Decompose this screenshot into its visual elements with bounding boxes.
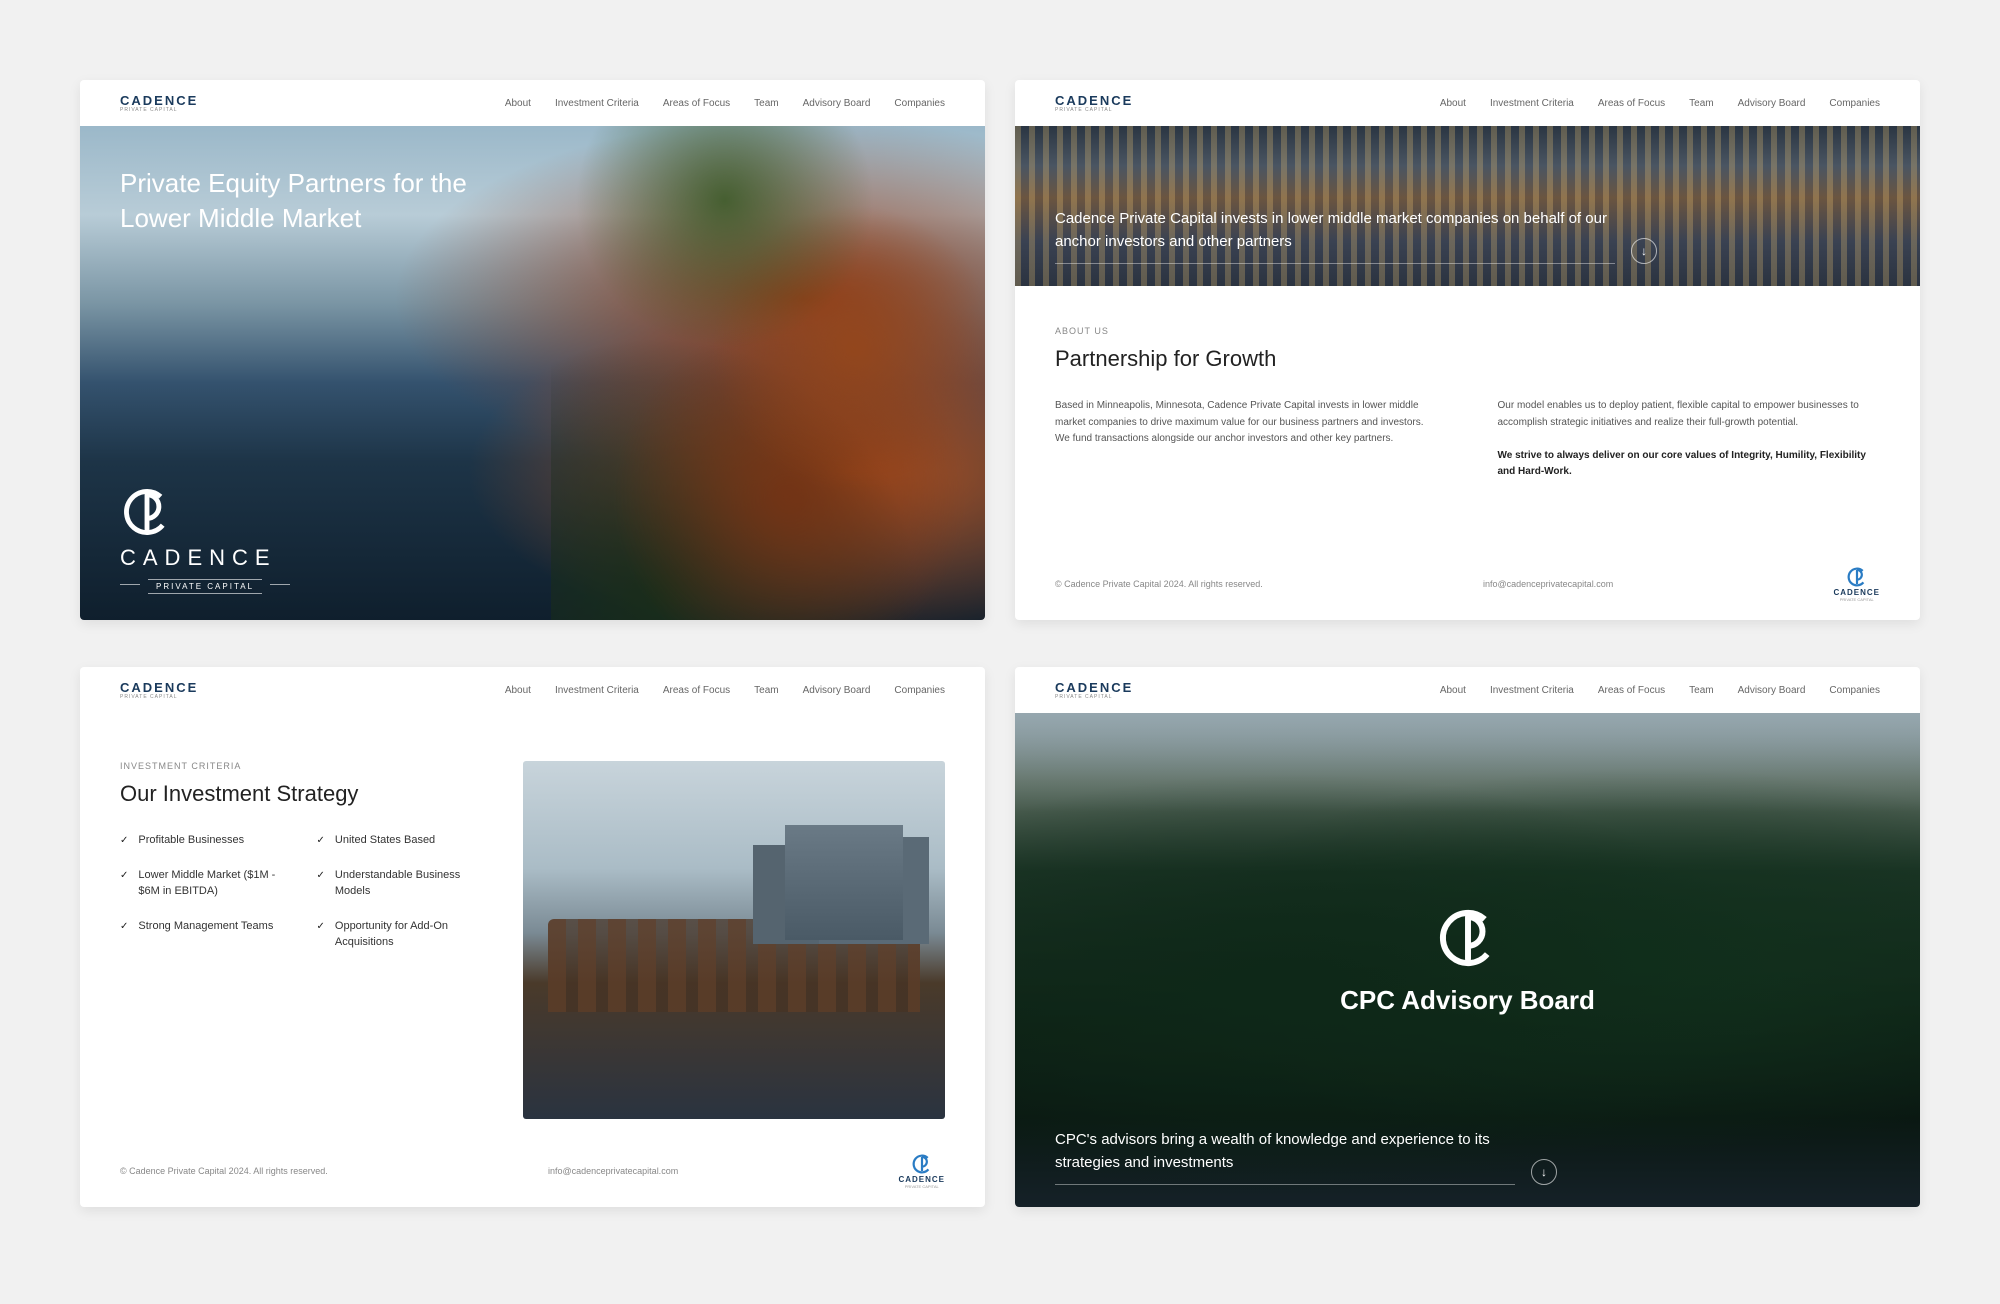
nav-areas-of-focus[interactable]: Areas of Focus xyxy=(1598,685,1665,696)
brand-logo[interactable]: CADENCE PRIVATE CAPITAL xyxy=(1055,93,1133,113)
brand-logo[interactable]: CADENCE PRIVATE CAPITAL xyxy=(120,93,204,113)
advisory-card: CADENCE PRIVATE CAPITAL About Investment… xyxy=(1015,667,1920,1207)
section-heading: Partnership for Growth xyxy=(1055,346,1880,372)
about-col2-p2: We strive to always deliver on our core … xyxy=(1498,450,1866,478)
hero-headline: Private Equity Partners for the Lower Mi… xyxy=(120,166,540,236)
site-header: CADENCE PRIVATE CAPITAL About Investment… xyxy=(80,667,985,713)
advisory-hero: CPC Advisory Board CPC's advisors bring … xyxy=(1015,713,1920,1207)
criteria-item: Understandable Business Models xyxy=(317,868,484,899)
nav-about[interactable]: About xyxy=(505,98,531,109)
nav-areas-of-focus[interactable]: Areas of Focus xyxy=(1598,98,1665,109)
nav-advisory-board[interactable]: Advisory Board xyxy=(1738,98,1806,109)
about-hero: Cadence Private Capital invests in lower… xyxy=(1015,126,1920,286)
hero-brand-sub: PRIVATE CAPITAL xyxy=(148,579,262,594)
brand-logo[interactable]: CADENCE PRIVATE CAPITAL xyxy=(1055,680,1133,700)
hero-section: Private Equity Partners for the Lower Mi… xyxy=(80,126,985,620)
footer-copyright: © Cadence Private Capital 2024. All righ… xyxy=(120,1166,328,1176)
about-columns: Based in Minneapolis, Minnesota, Cadence… xyxy=(1055,398,1880,481)
brand-subtitle: PRIVATE CAPITAL xyxy=(1055,694,1113,700)
footer-brand-name: CADENCE xyxy=(898,1175,945,1184)
main-nav: About Investment Criteria Areas of Focus… xyxy=(1440,685,1880,696)
footer-brand-name: CADENCE xyxy=(1833,588,1880,597)
nav-companies[interactable]: Companies xyxy=(894,98,945,109)
criteria-card: CADENCE PRIVATE CAPITAL About Investment… xyxy=(80,667,985,1207)
footer-brand-sub: PRIVATE CAPITAL xyxy=(905,1184,939,1189)
nav-companies[interactable]: Companies xyxy=(894,685,945,696)
criteria-item: Profitable Businesses xyxy=(120,833,287,848)
criteria-item: United States Based xyxy=(317,833,484,848)
cpc-monogram-icon xyxy=(1435,905,1501,971)
site-header: CADENCE PRIVATE CAPITAL About Investment… xyxy=(80,80,985,126)
brand-name: CADENCE xyxy=(1055,680,1133,695)
footer-logo[interactable]: CADENCE PRIVATE CAPITAL xyxy=(1833,566,1880,602)
criteria-list: Profitable Businesses United States Base… xyxy=(120,833,483,950)
criteria-item: Strong Management Teams xyxy=(120,919,287,950)
nav-companies[interactable]: Companies xyxy=(1829,98,1880,109)
criteria-image xyxy=(523,761,945,1119)
footer-logo[interactable]: CADENCE PRIVATE CAPITAL xyxy=(898,1153,945,1189)
main-nav: About Investment Criteria Areas of Focus… xyxy=(505,685,945,696)
nav-investment-criteria[interactable]: Investment Criteria xyxy=(1490,685,1574,696)
nav-about[interactable]: About xyxy=(1440,98,1466,109)
site-header: CADENCE PRIVATE CAPITAL About Investment… xyxy=(1015,80,1920,126)
section-kicker: INVESTMENT CRITERIA xyxy=(120,761,483,771)
about-body: ABOUT US Partnership for Growth Based in… xyxy=(1015,286,1920,552)
advisory-bottom: CPC's advisors bring a wealth of knowled… xyxy=(1055,1129,1880,1185)
about-col2-p1: Our model enables us to deploy patient, … xyxy=(1498,400,1859,428)
footer-email[interactable]: info@cadenceprivatecapital.com xyxy=(548,1166,678,1176)
footer-brand-sub: PRIVATE CAPITAL xyxy=(1840,597,1874,602)
nav-advisory-board[interactable]: Advisory Board xyxy=(1738,685,1806,696)
criteria-item: Lower Middle Market ($1M - $6M in EBITDA… xyxy=(120,868,287,899)
scroll-down-icon[interactable]: ↓ xyxy=(1531,1159,1557,1185)
brand-subtitle: PRIVATE CAPITAL xyxy=(1055,107,1113,113)
brand-name: CADENCE xyxy=(120,93,198,108)
nav-advisory-board[interactable]: Advisory Board xyxy=(803,98,871,109)
about-hero-text: Cadence Private Capital invests in lower… xyxy=(1055,208,1615,264)
nav-team[interactable]: Team xyxy=(754,98,778,109)
nav-about[interactable]: About xyxy=(1440,685,1466,696)
nav-investment-criteria[interactable]: Investment Criteria xyxy=(555,685,639,696)
site-footer: © Cadence Private Capital 2024. All righ… xyxy=(80,1139,985,1207)
site-footer: © Cadence Private Capital 2024. All righ… xyxy=(1015,552,1920,620)
nav-companies[interactable]: Companies xyxy=(1829,685,1880,696)
main-nav: About Investment Criteria Areas of Focus… xyxy=(505,98,945,109)
nav-team[interactable]: Team xyxy=(754,685,778,696)
criteria-text: INVESTMENT CRITERIA Our Investment Strat… xyxy=(120,761,483,1119)
advisory-heading: CPC Advisory Board xyxy=(1340,985,1595,1016)
criteria-body: INVESTMENT CRITERIA Our Investment Strat… xyxy=(80,713,985,1139)
brand-name: CADENCE xyxy=(1055,93,1133,108)
about-col-1: Based in Minneapolis, Minnesota, Cadence… xyxy=(1055,398,1438,481)
brand-name: CADENCE xyxy=(120,680,198,695)
nav-advisory-board[interactable]: Advisory Board xyxy=(803,685,871,696)
nav-about[interactable]: About xyxy=(505,685,531,696)
main-nav: About Investment Criteria Areas of Focus… xyxy=(1440,98,1880,109)
scroll-down-icon[interactable]: ↓ xyxy=(1631,238,1657,264)
home-hero-card: CADENCE PRIVATE CAPITAL About Investment… xyxy=(80,80,985,620)
brand-subtitle: PRIVATE CAPITAL xyxy=(120,107,178,113)
site-header: CADENCE PRIVATE CAPITAL About Investment… xyxy=(1015,667,1920,713)
nav-investment-criteria[interactable]: Investment Criteria xyxy=(555,98,639,109)
hero-brand-name: CADENCE xyxy=(120,545,277,571)
hero-brand-mark: CADENCE PRIVATE CAPITAL xyxy=(120,485,945,594)
section-heading: Our Investment Strategy xyxy=(120,781,483,807)
cpc-monogram-icon xyxy=(911,1153,933,1175)
nav-areas-of-focus[interactable]: Areas of Focus xyxy=(663,98,730,109)
cpc-monogram-icon xyxy=(1846,566,1868,588)
nav-team[interactable]: Team xyxy=(1689,98,1713,109)
footer-copyright: © Cadence Private Capital 2024. All righ… xyxy=(1055,579,1263,589)
advisory-subtext: CPC's advisors bring a wealth of knowled… xyxy=(1055,1129,1515,1185)
nav-investment-criteria[interactable]: Investment Criteria xyxy=(1490,98,1574,109)
criteria-item: Opportunity for Add-On Acquisitions xyxy=(317,919,484,950)
brand-logo[interactable]: CADENCE PRIVATE CAPITAL xyxy=(120,680,198,700)
about-col-2: Our model enables us to deploy patient, … xyxy=(1498,398,1881,481)
section-kicker: ABOUT US xyxy=(1055,326,1880,336)
cpc-monogram-icon xyxy=(120,485,174,539)
about-card: CADENCE PRIVATE CAPITAL About Investment… xyxy=(1015,80,1920,620)
footer-email[interactable]: info@cadenceprivatecapital.com xyxy=(1483,579,1613,589)
nav-areas-of-focus[interactable]: Areas of Focus xyxy=(663,685,730,696)
nav-team[interactable]: Team xyxy=(1689,685,1713,696)
brand-subtitle: PRIVATE CAPITAL xyxy=(120,694,178,700)
